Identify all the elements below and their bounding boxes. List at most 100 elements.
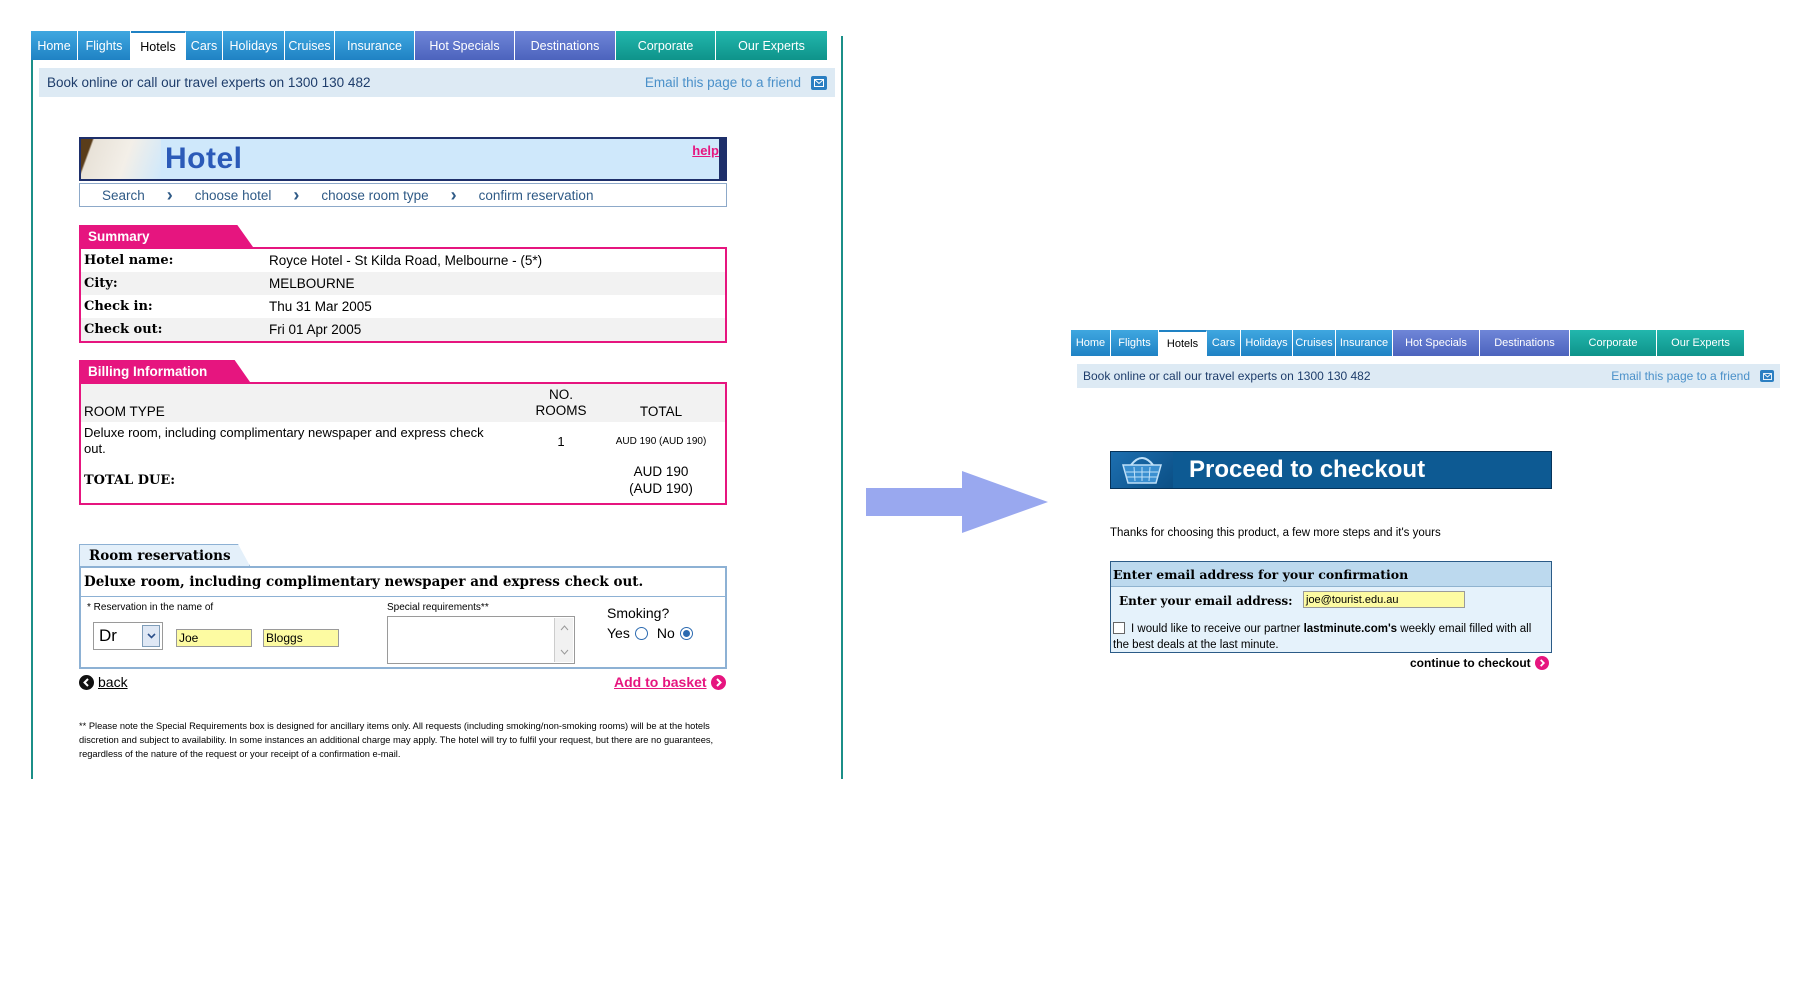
email-box-heading: Enter email address for your confirmatio… [1111,562,1551,587]
nav-tab-hot-specials[interactable]: Hot Specials [415,31,515,60]
nav-tab-holidays-right[interactable]: Holidays [1241,330,1293,356]
billing-room-desc: Deluxe room, including complimentary new… [84,425,484,456]
summary-value: Fri 01 Apr 2005 [269,322,362,337]
nav-tab-cars-right[interactable]: Cars [1207,330,1241,356]
billing-rooms: 1 [557,433,565,449]
nav-tab-cruises[interactable]: Cruises [285,31,335,60]
nav-tab-corporate[interactable]: Corporate [616,31,716,60]
textarea-scrollbar[interactable] [554,618,573,662]
nav-tab-holidays[interactable]: Holidays [223,31,285,60]
optin-prefix: I would like to receive our partner [1131,623,1304,635]
nav-tab-home[interactable]: Home [31,31,78,60]
billing-header-row: ROOM TYPE NO. ROOMS TOTAL [81,384,725,422]
special-requirements-textarea[interactable] [387,616,575,664]
checkout-banner: Proceed to checkout [1110,451,1552,489]
smoking-yes-radio[interactable] [634,626,648,640]
first-name-input[interactable]: Joe [176,629,252,647]
summary-value: Royce Hotel - St Kilda Road, Melbourne -… [269,253,543,268]
nav-tab-insurance-right[interactable]: Insurance [1336,330,1393,356]
continue-to-checkout-button[interactable]: continue to checkout [1410,656,1549,670]
newsletter-checkbox[interactable] [1113,622,1125,634]
hotel-banner-title: Hotel [165,142,243,175]
col-no-rooms: NO. ROOMS [521,387,601,419]
email-page-link[interactable]: Email this page to a friend [645,75,827,90]
nav-tab-our-experts[interactable]: Our Experts [716,31,828,60]
billing-total-row: TOTAL DUE: AUD 190 (AUD 190) [81,460,725,500]
info-bar-left: Book online or call our travel experts o… [39,68,835,97]
summary-label: Check out: [84,322,163,337]
nav-tab-flights[interactable]: Flights [78,31,131,60]
optin-brand: lastminute.com's [1303,623,1398,635]
nav-tab-flights-right[interactable]: Flights [1111,330,1159,356]
smoking-no-label: No [656,625,675,641]
smoking-options: Yes No [607,625,693,641]
left-panel-frame-left [31,36,33,779]
last-name-input[interactable]: Bloggs [263,629,339,647]
room-reservations-box: Deluxe room, including complimentary new… [79,566,727,669]
nav-tab-home-right[interactable]: Home [1071,330,1111,356]
summary-row: Check in: Thu 31 Mar 2005 [81,295,725,318]
chevron-right-icon: › [450,184,457,205]
nav-tab-cars[interactable]: Cars [186,31,223,60]
col-no-rooms-line2: ROOMS [535,403,587,418]
nav-tab-hotels-right[interactable]: Hotels [1159,330,1207,356]
summary-value: MELBOURNE [269,276,355,291]
book-online-text: Book online or call our travel experts o… [47,75,371,90]
info-bar-right: Book online or call our travel experts o… [1077,364,1780,388]
summary-value: Thu 31 Mar 2005 [269,299,372,314]
nav-tab-hotels[interactable]: Hotels [131,31,186,60]
smoking-yes-label: Yes [607,625,630,641]
add-to-basket-button[interactable]: Add to basket [614,674,726,690]
email-input[interactable]: joe@tourist.edu.au [1303,591,1465,608]
email-page-link-right[interactable]: Email this page to a friend [1611,369,1774,383]
nav-tab-hot-specials-right[interactable]: Hot Specials [1393,330,1480,356]
summary-label: Hotel name: [84,253,174,268]
billing-item-row: Deluxe room, including complimentary new… [81,422,725,460]
email-page-label: Email this page to a friend [644,75,801,90]
right-circle-arrow-icon [1534,656,1549,670]
chevron-down-icon [142,625,160,647]
add-to-basket-label: Add to basket [614,674,707,690]
col-no-rooms-line1: NO. [548,387,573,402]
smoking-no-radio[interactable] [679,626,693,640]
total-due-value: AUD 190 (AUD 190) [601,463,721,497]
billing-tab: Billing Information [79,360,250,382]
email-label: Enter your email address: [1119,594,1293,608]
envelope-icon [1760,370,1774,382]
title-select[interactable]: Dr [93,622,163,650]
nav-tab-destinations[interactable]: Destinations [515,31,616,60]
help-link[interactable]: help [692,143,719,158]
back-link[interactable]: back [79,674,128,690]
smoking-label: Smoking? [607,605,670,621]
hotel-banner: Hotel help [79,137,727,181]
reservation-room-heading: Deluxe room, including complimentary new… [84,574,644,590]
special-requirements-footnote: ** Please note the Special Requirements … [79,721,714,759]
special-requirements-label: Special requirements** [387,602,489,613]
chevron-right-icon: › [293,184,300,205]
col-total: TOTAL [639,404,683,419]
left-panel-frame-right [841,36,843,779]
breadcrumb-step[interactable]: confirm reservation [457,188,594,203]
nav-tab-destinations-right[interactable]: Destinations [1480,330,1570,356]
summary-label: Check in: [84,299,153,314]
billing-line-total: AUD 190 (AUD 190) [615,435,707,447]
nav-tab-bar-right: Home Flights Hotels Cars Holidays Cruises Insu… [1071,330,1784,356]
email-confirmation-box: Enter email address for your confirmatio… [1110,561,1552,653]
breadcrumb-step[interactable]: Search [80,188,145,203]
checkout-banner-title: Proceed to checkout [1189,456,1426,483]
book-online-text-right: Book online or call our travel experts o… [1083,369,1371,383]
nav-tab-cruises-right[interactable]: Cruises [1293,330,1336,356]
col-room-type: ROOM TYPE [84,404,165,419]
breadcrumb-step[interactable]: choose hotel [173,188,272,203]
breadcrumb-step[interactable]: choose room type [299,188,428,203]
reservation-divider [81,596,725,597]
nav-tab-corporate-right[interactable]: Corporate [1570,330,1657,356]
room-reservations-tab: Room reservations [79,544,250,566]
summary-row: Check out: Fri 01 Apr 2005 [81,318,725,341]
nav-tab-insurance[interactable]: Insurance [335,31,415,60]
nav-tab-our-experts-right[interactable]: Our Experts [1657,330,1745,356]
flow-arrow-icon [866,471,1048,533]
hotel-banner-image [81,139,161,179]
checkout-thanks-text: Thanks for choosing this product, a few … [1110,527,1441,539]
email-page-label-right: Email this page to a friend [1611,369,1750,383]
